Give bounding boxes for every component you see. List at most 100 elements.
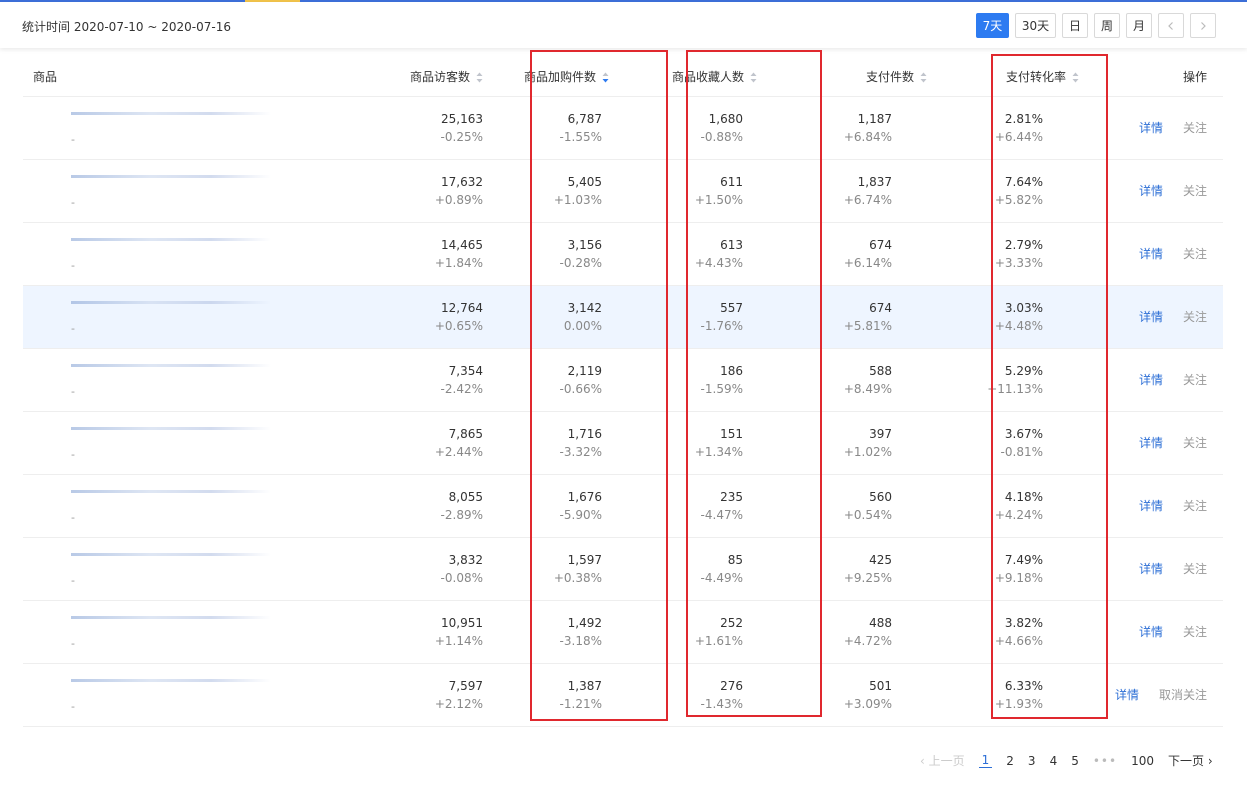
chevron-left-icon — [1168, 21, 1173, 30]
next-period-button[interactable] — [1190, 13, 1216, 38]
cell-product: - — [23, 474, 283, 538]
follow-link[interactable]: 关注 — [1183, 371, 1207, 388]
cell-visitors: 10,951 +1.14% — [283, 600, 483, 664]
product-name-link[interactable] — [71, 363, 271, 376]
product-name-link[interactable] — [71, 489, 271, 502]
detail-link[interactable]: 详情 — [1139, 623, 1163, 640]
visitors-change: +0.89% — [434, 192, 483, 207]
visitors-value: 3,832 — [448, 552, 483, 567]
prev-period-button[interactable] — [1158, 13, 1184, 38]
follow-link[interactable]: 关注 — [1183, 560, 1207, 577]
cell-visitors: 17,632 +0.89% — [283, 159, 483, 223]
visitors-change: -0.08% — [440, 570, 483, 585]
header-paid-label: 支付件数 — [865, 70, 914, 85]
detail-link[interactable]: 详情 — [1139, 119, 1163, 136]
prev-page-label: 上一页 — [928, 754, 965, 768]
product-subtext: - — [71, 447, 75, 461]
stats-header: 统计时间 2020-07-10 ~ 2020-07-16 7天 30天 日 周 … — [0, 2, 1247, 48]
visitors-value: 12,764 — [441, 300, 483, 315]
product-name-link[interactable] — [71, 615, 271, 628]
cell-product: - — [23, 159, 283, 223]
visitors-value: 7,597 — [448, 678, 483, 693]
product-name-link[interactable] — [71, 300, 271, 313]
visitors-change: +2.44% — [434, 444, 483, 459]
page-4[interactable]: 4 — [1050, 754, 1058, 768]
cell-visitors: 12,764 +0.65% — [283, 285, 483, 349]
follow-link[interactable]: 关注 — [1183, 434, 1207, 451]
visitors-value: 7,354 — [448, 363, 483, 378]
cell-visitors: 7,865 +2.44% — [283, 411, 483, 475]
tab-30-days[interactable]: 30天 — [1015, 13, 1056, 38]
tab-day[interactable]: 日 — [1062, 13, 1088, 38]
detail-link[interactable]: 详情 — [1115, 686, 1139, 703]
pagination: ‹ 上一页 1 2 3 4 5 ••• 100 下一页 › — [920, 752, 1227, 769]
cell-visitors: 8,055 -2.89% — [283, 474, 483, 538]
visitors-change: +0.65% — [434, 318, 483, 333]
follow-link[interactable]: 关注 — [1183, 182, 1207, 199]
page-1[interactable]: 1 — [978, 753, 993, 768]
product-name-link[interactable] — [71, 237, 271, 250]
follow-link[interactable]: 关注 — [1183, 308, 1207, 325]
detail-link[interactable]: 详情 — [1139, 245, 1163, 262]
visitors-value: 17,632 — [441, 174, 483, 189]
product-name-link[interactable] — [71, 426, 271, 439]
highlight-box-cart — [530, 50, 668, 721]
product-subtext: - — [71, 195, 75, 209]
product-subtext: - — [71, 321, 75, 335]
next-page-button[interactable]: 下一页 › — [1168, 752, 1213, 769]
follow-link[interactable]: 关注 — [1183, 119, 1207, 136]
pagination-ellipsis: ••• — [1092, 753, 1118, 768]
visitors-change: +1.84% — [434, 255, 483, 270]
detail-link[interactable]: 详情 — [1139, 182, 1163, 199]
cell-product: - — [23, 222, 283, 286]
visitors-value: 25,163 — [441, 111, 483, 126]
date-range-label: 统计时间 2020-07-10 ~ 2020-07-16 — [22, 20, 231, 34]
detail-link[interactable]: 详情 — [1139, 497, 1163, 514]
detail-link[interactable]: 详情 — [1139, 560, 1163, 577]
page-5[interactable]: 5 — [1071, 754, 1079, 768]
period-tabs: 7天 30天 日 周 月 — [976, 13, 1222, 38]
detail-link[interactable]: 详情 — [1139, 308, 1163, 325]
detail-link[interactable]: 详情 — [1139, 371, 1163, 388]
header-product: 商品 — [23, 58, 283, 97]
page-2[interactable]: 2 — [1006, 754, 1014, 768]
visitors-value: 8,055 — [448, 489, 483, 504]
product-subtext: - — [71, 132, 75, 146]
product-name-link[interactable] — [71, 174, 271, 187]
cell-product: - — [23, 600, 283, 664]
follow-link[interactable]: 关注 — [1183, 497, 1207, 514]
cell-visitors: 25,163 -0.25% — [283, 96, 483, 160]
tab-7-days[interactable]: 7天 — [976, 13, 1009, 38]
product-subtext: - — [71, 573, 75, 587]
product-subtext: - — [71, 384, 75, 398]
product-name-link[interactable] — [71, 678, 271, 691]
detail-link[interactable]: 详情 — [1139, 434, 1163, 451]
visitors-change: -0.25% — [440, 129, 483, 144]
cell-product: - — [23, 411, 283, 475]
cell-product: - — [23, 285, 283, 349]
product-subtext: - — [71, 699, 75, 713]
visitors-change: +2.12% — [434, 696, 483, 711]
cell-visitors: 7,354 -2.42% — [283, 348, 483, 412]
visitors-change: -2.89% — [440, 507, 483, 522]
product-name-link[interactable] — [71, 552, 271, 565]
chevron-right-icon — [1201, 21, 1206, 30]
page-3[interactable]: 3 — [1028, 754, 1036, 768]
follow-link[interactable]: 取消关注 — [1159, 686, 1207, 703]
visitors-change: +1.14% — [434, 633, 483, 648]
product-subtext: - — [71, 510, 75, 524]
visitors-value: 10,951 — [441, 615, 483, 630]
follow-link[interactable]: 关注 — [1183, 623, 1207, 640]
header-visitors[interactable]: 商品访客数 — [283, 58, 483, 97]
cell-product: - — [23, 663, 283, 727]
page-last[interactable]: 100 — [1131, 754, 1154, 768]
cell-product: - — [23, 348, 283, 412]
follow-link[interactable]: 关注 — [1183, 245, 1207, 262]
cell-product: - — [23, 537, 283, 601]
cell-visitors: 14,465 +1.84% — [283, 222, 483, 286]
tab-month[interactable]: 月 — [1126, 13, 1152, 38]
tab-week[interactable]: 周 — [1094, 13, 1120, 38]
product-name-link[interactable] — [71, 111, 271, 124]
highlight-box-conversion — [991, 54, 1108, 719]
prev-page-button[interactable]: ‹ 上一页 — [920, 752, 965, 769]
